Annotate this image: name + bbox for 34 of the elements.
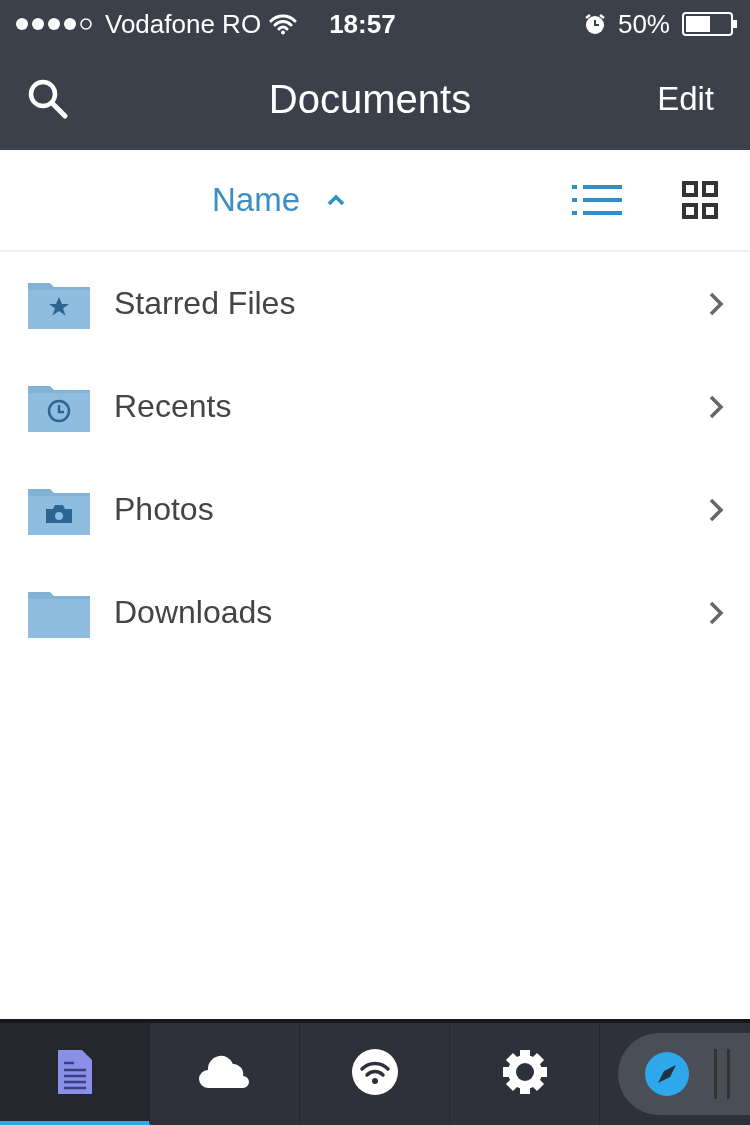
folder-row[interactable]: Starred Files (0, 252, 750, 355)
chevron-right-icon (708, 290, 724, 317)
documents-tab[interactable] (0, 1023, 150, 1125)
sort-direction-icon[interactable] (326, 193, 347, 207)
folder-row[interactable]: Recents (0, 355, 750, 458)
battery-icon (682, 12, 738, 36)
folder-name: Starred Files (114, 285, 296, 322)
grid-view-icon[interactable] (682, 181, 718, 219)
edit-button[interactable]: Edit (657, 80, 714, 118)
screen-title: Documents (268, 76, 472, 122)
carrier-name: Vodafone RO (105, 8, 262, 40)
battery-percent: 50% (617, 8, 670, 40)
grip-handle-icon (714, 1049, 730, 1099)
wifi-icon (351, 1049, 398, 1095)
signal-icon (15, 16, 95, 32)
folder-row[interactable]: Photos (0, 458, 750, 561)
chevron-right-icon (708, 496, 724, 523)
alarm-icon (583, 13, 606, 35)
status-time: 18:57 (329, 8, 396, 40)
folder-name: Downloads (114, 594, 273, 631)
folder-name: Photos (114, 491, 214, 528)
search-icon[interactable] (26, 77, 70, 121)
folder-row[interactable]: Downloads (0, 561, 750, 664)
chevron-right-icon (708, 599, 724, 626)
compass-icon (644, 1051, 690, 1097)
chevron-right-icon (708, 393, 724, 420)
settings-icon (500, 1048, 549, 1096)
sort-button[interactable]: Name (212, 181, 301, 219)
cloud-icon (197, 1054, 252, 1090)
list-view-icon[interactable] (572, 183, 622, 217)
compass-button[interactable] (618, 1033, 750, 1115)
document-icon (56, 1049, 93, 1095)
folder-name: Recents (114, 388, 232, 425)
wifi-icon (269, 13, 298, 35)
